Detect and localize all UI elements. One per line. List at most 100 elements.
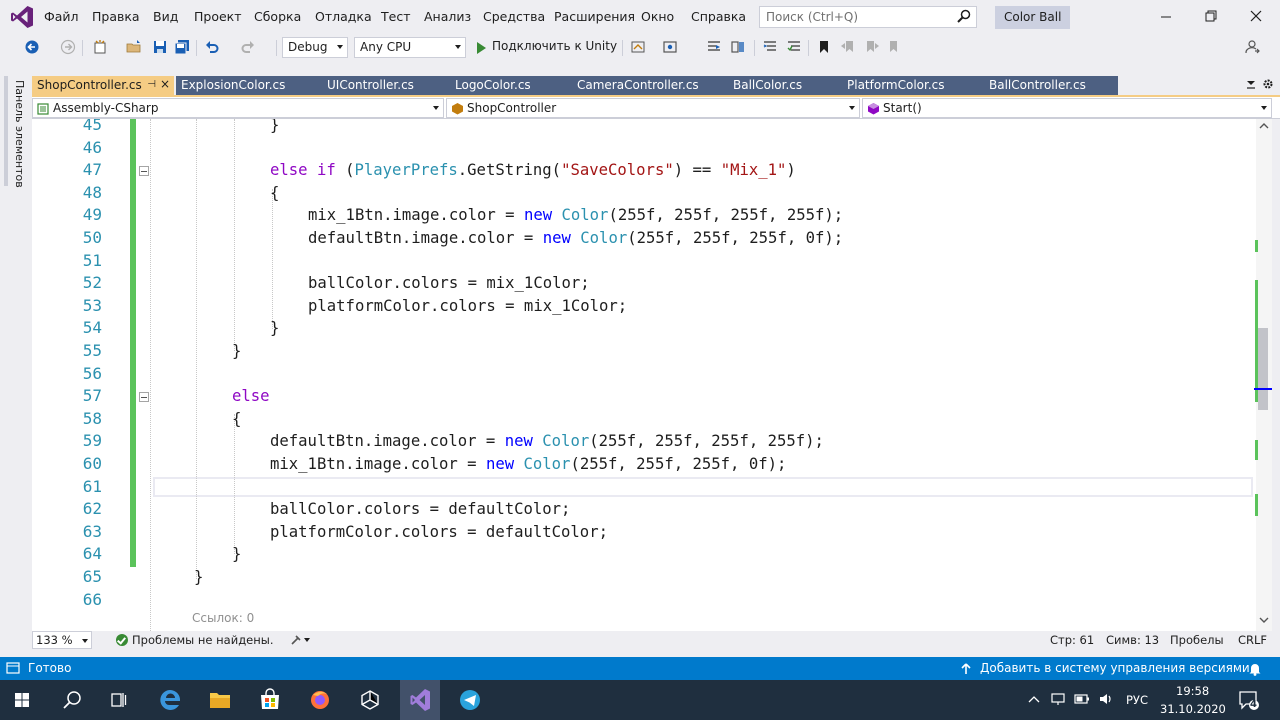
comment-out-icon[interactable]: [762, 39, 778, 55]
menu-project[interactable]: Проект: [194, 9, 242, 24]
attach-to-unity-button[interactable]: Подключить к Unity: [474, 39, 617, 57]
tab-label: ExplosionColor.cs: [181, 78, 286, 92]
screenshot-icon[interactable]: [662, 39, 678, 55]
visual-studio-icon[interactable]: [400, 680, 440, 720]
close-icon[interactable]: [1248, 8, 1264, 24]
scroll-down-icon[interactable]: [1259, 616, 1269, 624]
microsoft-store-icon[interactable]: [250, 680, 290, 720]
undo-icon[interactable]: [204, 39, 220, 55]
tab-logocolor[interactable]: LogoColor.cs: [450, 76, 572, 95]
unity-icon[interactable]: [350, 680, 390, 720]
code-line-58: {: [232, 409, 242, 428]
new-project-icon[interactable]: [92, 39, 108, 55]
save-icon[interactable]: [152, 39, 168, 55]
tab-platformcolor[interactable]: PlatformColor.cs: [842, 76, 984, 95]
redo-icon[interactable]: [240, 39, 256, 55]
clock-date[interactable]: 31.10.2020: [1160, 702, 1226, 716]
restore-icon[interactable]: [1203, 8, 1219, 24]
battery-icon[interactable]: [1074, 692, 1090, 706]
notification-bell-icon[interactable]: [1248, 661, 1262, 676]
gear-icon[interactable]: [1262, 78, 1274, 90]
minimize-icon[interactable]: [1158, 8, 1174, 24]
network-icon[interactable]: [1050, 692, 1066, 706]
scrollbar-change-marker: [1255, 440, 1258, 460]
tab-cameracontroller[interactable]: CameraController.cs: [572, 76, 728, 95]
codelens-references[interactable]: Ссылок: 0: [192, 611, 254, 625]
save-all-icon[interactable]: [174, 39, 190, 55]
input-language[interactable]: РУС: [1126, 693, 1148, 707]
live-share-icon[interactable]: [1244, 39, 1260, 55]
clock-time[interactable]: 19:58: [1176, 684, 1209, 698]
menu-test[interactable]: Тест: [381, 9, 410, 24]
step-into-icon[interactable]: [706, 39, 722, 55]
visual-studio-logo-icon[interactable]: [10, 5, 34, 29]
member-dropdown[interactable]: Start(): [862, 98, 1272, 118]
clear-bookmarks-icon[interactable]: [886, 39, 902, 55]
menu-window[interactable]: Окно: [641, 9, 674, 24]
chevron-up-icon[interactable]: [1028, 694, 1040, 704]
cursor-line[interactable]: Стр: 61: [1050, 633, 1094, 647]
issues-status[interactable]: Проблемы не найдены.: [132, 633, 273, 647]
menu-file[interactable]: Файл: [44, 9, 79, 24]
tab-label: ShopController.cs: [37, 78, 142, 92]
collapse-icon[interactable]: [139, 166, 149, 176]
uncomment-icon[interactable]: [786, 39, 802, 55]
next-bookmark-icon[interactable]: [864, 39, 880, 55]
scroll-up-icon[interactable]: [1259, 122, 1269, 130]
code-cleanup-icon[interactable]: [290, 634, 312, 646]
tab-overflow-icon[interactable]: [1246, 78, 1256, 90]
platform-dropdown[interactable]: Any CPU: [354, 37, 466, 58]
edge-browser-icon[interactable]: [150, 680, 190, 720]
task-view-icon[interactable]: [98, 680, 138, 720]
configuration-value: Debug: [288, 40, 328, 54]
menu-build[interactable]: Сборка: [254, 9, 301, 24]
toolbox-tab[interactable]: Панель элементов: [4, 76, 26, 188]
code-editor[interactable]: 45 46 47 48 49 50 51 52 53 54 55 56 57 5…: [32, 119, 1256, 631]
browser-link-icon[interactable]: [630, 39, 646, 55]
menu-tools[interactable]: Средства: [483, 9, 545, 24]
bookmark-icon[interactable]: [816, 39, 832, 55]
menu-edit[interactable]: Правка: [92, 9, 140, 24]
cursor-column[interactable]: Симв: 13: [1106, 633, 1159, 647]
line-ending[interactable]: CRLF: [1238, 633, 1267, 647]
menu-help[interactable]: Справка: [691, 9, 746, 24]
zoom-dropdown[interactable]: 133 %: [32, 631, 92, 649]
file-explorer-icon[interactable]: [200, 680, 240, 720]
open-file-icon[interactable]: [126, 39, 142, 55]
line-number: 51: [82, 250, 102, 270]
toolbox-tab-label: Панель элементов: [13, 80, 26, 188]
close-tab-icon[interactable]: ×: [160, 77, 170, 91]
tab-ballcolor[interactable]: BallColor.cs: [728, 76, 842, 95]
volume-icon[interactable]: [1098, 692, 1114, 706]
menu-view[interactable]: Вид: [153, 9, 178, 24]
menu-analyze[interactable]: Анализ: [424, 9, 471, 24]
class-icon: [452, 103, 463, 115]
project-dropdown[interactable]: Assembly-CSharp: [32, 98, 444, 118]
configuration-dropdown[interactable]: Debug: [282, 37, 348, 58]
telegram-icon[interactable]: [450, 680, 490, 720]
code-line-59: defaultBtn.image.color = new Color(255f,…: [270, 432, 824, 451]
code-line-54: }: [270, 319, 280, 338]
menu-debug[interactable]: Отладка: [315, 9, 372, 24]
scrollbar-thumb[interactable]: [1258, 328, 1268, 410]
add-to-source-control[interactable]: Добавить в систему управления версиями: [980, 661, 1250, 675]
previous-bookmark-icon[interactable]: [840, 39, 856, 55]
step-over-icon[interactable]: [730, 39, 746, 55]
line-number: 63: [82, 521, 102, 541]
firefox-icon[interactable]: [300, 680, 340, 720]
solution-name-badge[interactable]: Color Ball: [995, 6, 1071, 29]
menu-extensions[interactable]: Расширения: [554, 9, 635, 24]
tab-explosioncolor[interactable]: ExplosionColor.cs: [176, 76, 322, 95]
type-dropdown[interactable]: ShopController: [446, 98, 860, 118]
windows-start-icon[interactable]: [2, 680, 42, 720]
navigate-forward-icon[interactable]: [60, 39, 76, 55]
tab-ballcontroller[interactable]: BallController.cs: [984, 76, 1118, 95]
search-input[interactable]: Поиск (Ctrl+Q): [759, 6, 977, 28]
pin-icon[interactable]: ⊣: [147, 79, 156, 90]
collapse-icon[interactable]: [139, 392, 149, 402]
navigate-back-icon[interactable]: [24, 39, 40, 55]
search-icon[interactable]: [52, 680, 92, 720]
tab-shopcontroller[interactable]: ShopController.cs ⊣ ×: [32, 76, 174, 95]
tab-uicontroller[interactable]: UIController.cs: [322, 76, 450, 95]
whitespace-mode[interactable]: Пробелы: [1170, 633, 1224, 647]
